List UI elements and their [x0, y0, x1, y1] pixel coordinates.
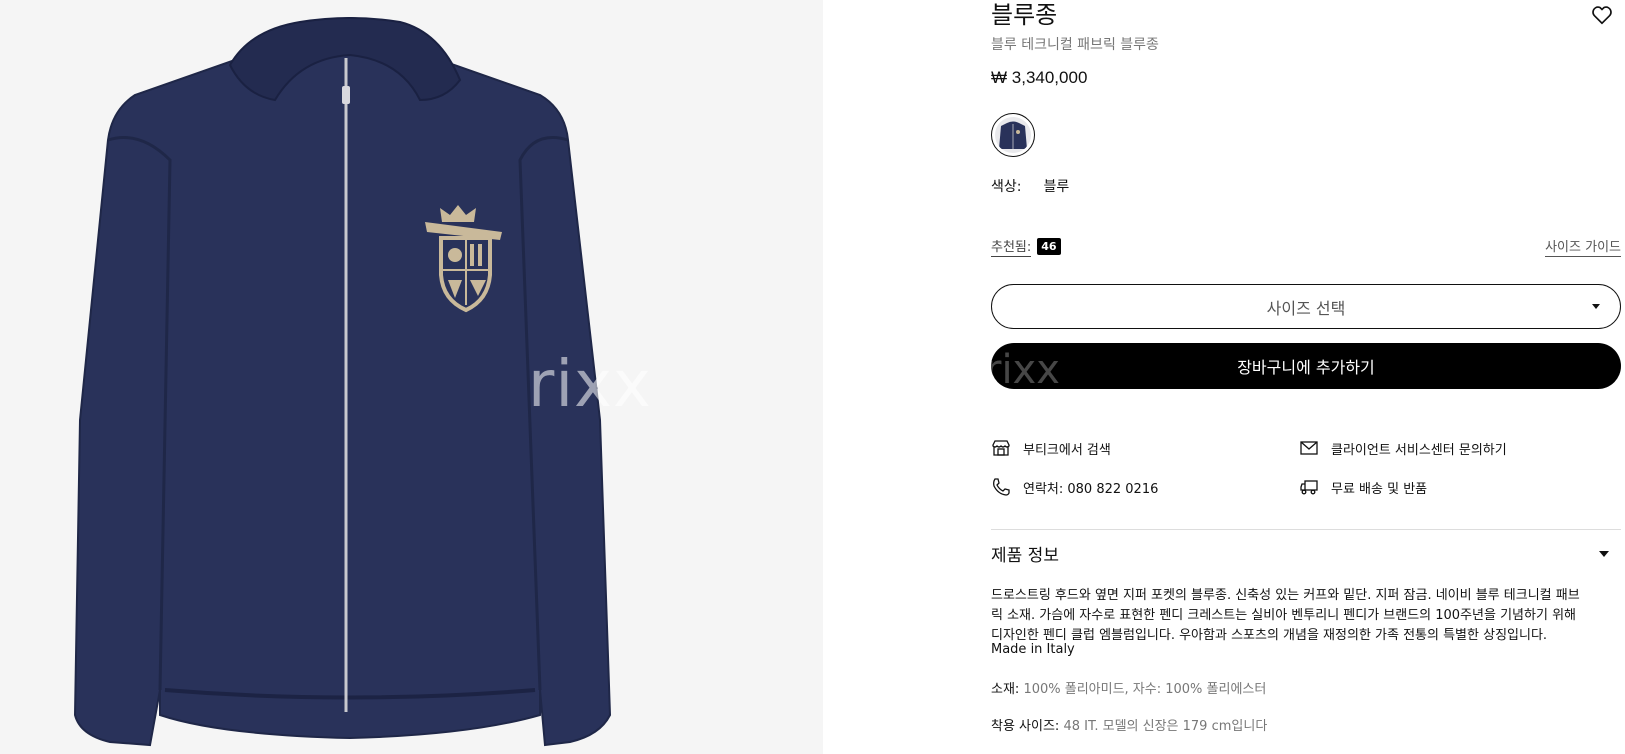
product-details: 블루종 블루 테크니컬 패브릭 블루종 ₩ 3,340,000 색상: 블루 추천…: [991, 0, 1621, 754]
heart-icon[interactable]: [1591, 4, 1613, 26]
size-select-label: 사이즈 선택: [1266, 298, 1346, 318]
phone-icon: [993, 478, 1010, 496]
jacket-thumbnail-icon: [999, 121, 1027, 149]
service-label: 클라이언트 서비스센터 문의하기: [1331, 442, 1507, 458]
fit-spec: 착용 사이즈: 48 IT. 모델의 신장은 179 cm입니다: [991, 715, 1267, 734]
size-guide-link[interactable]: 사이즈 가이드: [1545, 236, 1621, 257]
material-value: 100% 폴리아미드, 자수: 100% 폴리에스터: [1019, 682, 1267, 697]
product-image[interactable]: rixx: [0, 0, 823, 754]
color-value: 블루: [1043, 179, 1070, 195]
recommended-size-badge: 46: [1037, 238, 1061, 255]
add-to-cart-label: 장바구니에 추가하기: [1237, 358, 1375, 377]
service-label: 연락처: 080 822 0216: [1023, 481, 1159, 497]
phone-contact-link[interactable]: 연락처: 080 822 0216: [991, 477, 1158, 497]
contact-client-service-link[interactable]: 클라이언트 서비스센터 문의하기: [1299, 438, 1507, 458]
color-info: 색상: 블루: [991, 176, 1069, 196]
product-info-accordion[interactable]: 제품 정보: [991, 541, 1621, 569]
fit-label: 착용 사이즈:: [991, 719, 1060, 734]
service-label: 부티크에서 검색: [1023, 442, 1111, 458]
find-in-boutique-link[interactable]: 부티크에서 검색: [991, 438, 1111, 458]
fit-value: 48 IT. 모델의 신장은 179 cm입니다: [1059, 719, 1268, 734]
truck-icon: [1300, 480, 1318, 495]
product-subtitle: 블루 테크니컬 패브릭 블루종: [991, 37, 1159, 53]
made-in: Made in Italy: [991, 642, 1075, 657]
free-shipping-returns-link[interactable]: 무료 배송 및 반품: [1299, 477, 1427, 497]
description-line: 릭 소재. 가슴에 자수로 표현한 펜디 크레스트는 실비아 벤투리니 펜디가 …: [991, 608, 1576, 623]
chevron-down-icon: [1592, 304, 1600, 309]
jacket-illustration: [73, 16, 612, 747]
add-to-cart-button[interactable]: rixx 장바구니에 추가하기: [991, 343, 1621, 389]
service-label: 무료 배송 및 반품: [1331, 481, 1428, 497]
watermark: rixx: [991, 347, 1060, 389]
recommended-size: 추천됨: 46: [991, 236, 1061, 257]
chevron-down-icon: [1599, 551, 1609, 557]
mail-icon: [1300, 441, 1318, 455]
description-line: 드로스트링 후드와 옆면 지퍼 포켓의 블루종. 신축성 있는 커프와 밑단. …: [991, 588, 1580, 603]
product-title: 블루종: [991, 1, 1058, 29]
recommended-label[interactable]: 추천됨:: [991, 236, 1032, 257]
product-description: 드로스트링 후드와 옆면 지퍼 포켓의 블루종. 신축성 있는 커프와 밑단. …: [991, 586, 1621, 646]
color-swatch[interactable]: [991, 113, 1035, 157]
material-label: 소재:: [991, 682, 1020, 697]
store-icon: [992, 440, 1010, 456]
divider: [991, 529, 1621, 530]
color-label: 색상:: [991, 179, 1022, 195]
watermark: rixx: [528, 348, 652, 422]
product-price: ₩ 3,340,000: [991, 68, 1088, 87]
product-info-title: 제품 정보: [991, 546, 1059, 566]
description-line: 디자인한 펜디 클럽 엠블럼입니다. 우아함과 스포츠의 개념을 재정의한 가족…: [991, 628, 1548, 643]
material-spec: 소재: 100% 폴리아미드, 자수: 100% 폴리에스터: [991, 678, 1266, 697]
size-select[interactable]: 사이즈 선택: [991, 284, 1621, 329]
